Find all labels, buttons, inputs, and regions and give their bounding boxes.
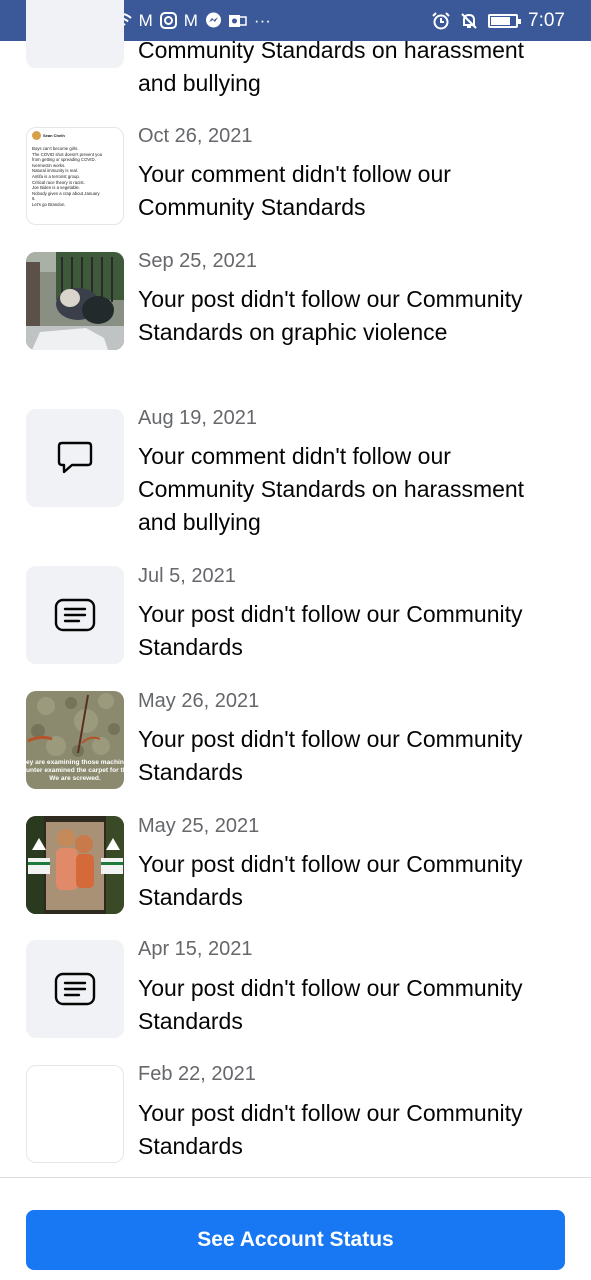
thumbnail	[26, 940, 124, 1038]
item-date: May 25, 2021	[138, 815, 260, 837]
item-message: Your post didn't follow our Community St…	[138, 975, 523, 1034]
outlook-icon	[228, 14, 247, 27]
poster-thumbnail	[26, 816, 124, 914]
item-message: Your post didn't follow our Community St…	[138, 601, 523, 660]
item-date: Sep 25, 2021	[138, 250, 257, 272]
tweet-thumbnail: Sean Chelh Boys can't become girls. The C…	[26, 127, 124, 225]
street-photo-image	[26, 252, 124, 350]
video-caption: ey are examining those machines unter exa…	[26, 759, 124, 783]
thumbnail	[26, 0, 124, 68]
footer: See Account Status	[0, 1178, 591, 1280]
post-icon	[54, 598, 96, 632]
item-date: Aug 19, 2021	[138, 407, 257, 429]
item-message: Community Standards on harassment and bu…	[138, 37, 525, 96]
photo-thumbnail	[26, 252, 124, 350]
avatar	[32, 131, 41, 140]
tweet-author: Sean Chelh	[43, 133, 65, 138]
tweet-line: Let's go Brandon.	[32, 201, 66, 207]
more-icon: ···	[253, 11, 271, 30]
item-date: Jul 5, 2021	[138, 565, 236, 587]
caption-line: We are screwed.	[49, 775, 101, 782]
gmail-icon: M	[183, 11, 198, 30]
caption-line: unter examined the carpet for the	[26, 767, 124, 774]
caption-line: ey are examining those machines	[26, 759, 124, 766]
thumbnail	[26, 566, 124, 664]
tweet-text: Boys can't become girls. The COVID shot d…	[32, 146, 118, 208]
item-date: Feb 22, 2021	[138, 1063, 256, 1085]
thumbnail	[26, 1065, 124, 1163]
instagram-icon	[159, 12, 177, 29]
video-thumbnail: ey are examining those machines unter exa…	[26, 691, 124, 789]
battery-icon	[488, 13, 522, 28]
thumbnail	[26, 409, 124, 507]
item-date: May 26, 2021	[138, 690, 260, 712]
item-message: Your post didn't follow our Community St…	[138, 1100, 523, 1159]
comment-icon	[57, 441, 93, 474]
alarm-icon	[432, 11, 450, 29]
item-date: Apr 15, 2021	[138, 938, 253, 960]
poster-image	[26, 816, 124, 914]
see-account-status-button[interactable]: See Account Status	[26, 1210, 565, 1270]
messenger-icon	[205, 12, 221, 28]
item-message: Your post didn't follow our Community St…	[138, 286, 523, 345]
item-message: Your comment didn't follow our Community…	[138, 443, 525, 535]
item-date: Oct 26, 2021	[138, 125, 253, 147]
item-message: Your comment didn't follow our Community…	[138, 161, 451, 220]
item-message: Your post didn't follow our Community St…	[138, 851, 523, 910]
clock: 7:07	[528, 9, 565, 31]
post-icon	[54, 972, 96, 1006]
gmail-icon: M	[138, 11, 153, 30]
item-message: Your post didn't follow our Community St…	[138, 726, 523, 785]
bell-off-icon	[461, 12, 477, 29]
